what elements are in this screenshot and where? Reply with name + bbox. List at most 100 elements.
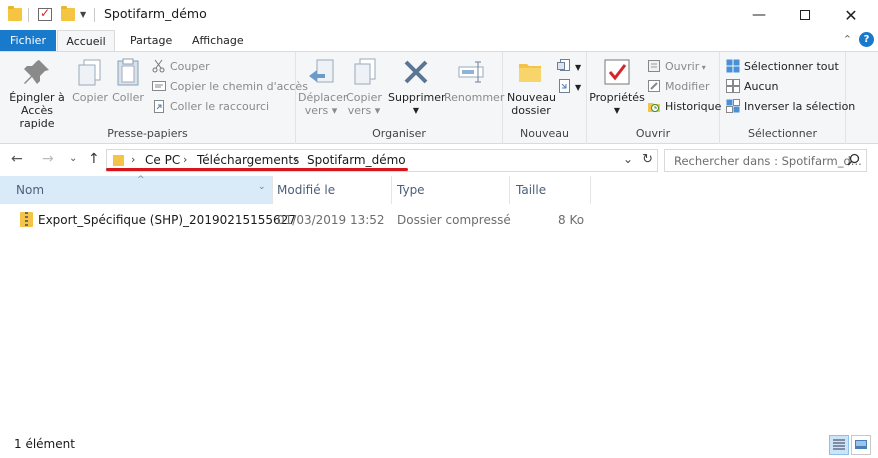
help-icon[interactable]: ? bbox=[859, 32, 874, 47]
column-modified-label[interactable]: Modifié le bbox=[277, 183, 335, 197]
easy-access-icon bbox=[557, 79, 571, 93]
qat-customize-icon[interactable]: ▼ bbox=[80, 10, 86, 19]
tab-view[interactable]: Affichage bbox=[180, 30, 256, 51]
ribbon-tabs: Fichier Accueil Partage Affichage ⌃ ? bbox=[0, 30, 878, 52]
item-count: 1 élément bbox=[14, 437, 75, 451]
back-button[interactable]: ← bbox=[11, 151, 23, 167]
properties-icon bbox=[601, 56, 633, 88]
column-divider[interactable] bbox=[590, 176, 591, 204]
open-button[interactable]: Ouvrir ▾ bbox=[647, 58, 706, 76]
close-button[interactable]: ✕ bbox=[828, 0, 874, 30]
new-folder-button[interactable]: Nouveau dossier bbox=[507, 56, 556, 117]
group-select: Sélectionner tout Aucun Inverser la séle… bbox=[720, 52, 855, 144]
column-headers: ^ Nom ⌄ Modifié le Type Taille bbox=[0, 175, 878, 204]
history-button[interactable]: Historique bbox=[647, 98, 721, 116]
column-size-label[interactable]: Taille bbox=[516, 183, 546, 197]
properties-button[interactable]: Propriétés ▼ bbox=[589, 56, 645, 117]
select-none-button[interactable]: Aucun bbox=[726, 78, 779, 96]
copy-button[interactable]: Copier bbox=[72, 56, 108, 104]
large-icons-view-button[interactable] bbox=[851, 435, 871, 455]
copy-path-button[interactable]: Copier le chemin d'accès bbox=[152, 78, 308, 96]
copy-to-button[interactable]: Copier vers ▾ bbox=[344, 56, 384, 117]
column-divider[interactable] bbox=[391, 176, 392, 204]
cut-button[interactable]: Couper bbox=[152, 58, 210, 76]
minimize-icon: — bbox=[752, 7, 766, 23]
column-type-label[interactable]: Type bbox=[397, 183, 425, 197]
breadcrumb-separator[interactable]: › bbox=[131, 153, 135, 166]
edit-label: Modifier bbox=[665, 80, 710, 93]
tab-share[interactable]: Partage bbox=[118, 30, 184, 51]
maximize-button[interactable] bbox=[782, 0, 828, 30]
tab-home[interactable]: Accueil bbox=[57, 30, 115, 52]
breadcrumb-separator[interactable]: › bbox=[183, 153, 187, 166]
refresh-icon[interactable]: ↻ bbox=[642, 152, 653, 167]
file-row[interactable]: Export_Spécifique (SHP)_20190215155627 0… bbox=[0, 209, 620, 231]
new-folder-label-2: dossier bbox=[511, 104, 551, 117]
group-organize-label: Organiser bbox=[372, 127, 426, 140]
close-icon: ✕ bbox=[844, 5, 858, 25]
column-filter-chevron-icon[interactable]: ⌄ bbox=[258, 182, 266, 192]
properties-dropdown-icon: ▼ bbox=[613, 106, 621, 115]
rename-label: Renommer bbox=[444, 91, 505, 104]
pin-quick-access-button[interactable]: Épingler à Accès rapide bbox=[4, 56, 70, 130]
tab-file[interactable]: Fichier bbox=[0, 30, 56, 51]
edit-button[interactable]: Modifier bbox=[647, 78, 709, 96]
zip-folder-icon bbox=[20, 212, 33, 227]
copy-path-label: Copier le chemin d'accès bbox=[170, 80, 308, 93]
pin-label-1: Épingler à bbox=[9, 91, 65, 104]
status-bar: 1 élément bbox=[0, 432, 878, 458]
select-all-button[interactable]: Sélectionner tout bbox=[726, 58, 839, 76]
copy-to-label-2: vers ▾ bbox=[347, 104, 381, 117]
recent-locations-button[interactable]: ⌄ bbox=[69, 153, 77, 164]
up-button[interactable]: ↑ bbox=[88, 151, 100, 167]
new-folder-quick-icon[interactable] bbox=[61, 6, 75, 21]
cut-label: Couper bbox=[170, 60, 210, 73]
delete-dropdown-icon: ▼ bbox=[412, 106, 420, 115]
rename-button[interactable]: Renommer bbox=[444, 56, 505, 104]
forward-button[interactable]: → bbox=[42, 151, 54, 167]
file-modified: 01/03/2019 13:52 bbox=[277, 213, 385, 227]
breadcrumb-annotation-underline bbox=[106, 168, 408, 171]
chevron-down-icon: ⌄ bbox=[69, 153, 78, 164]
collapse-ribbon-icon[interactable]: ⌃ bbox=[843, 33, 852, 46]
paste-shortcut-button[interactable]: Coller le raccourci bbox=[152, 98, 269, 116]
move-to-button[interactable]: Déplacer vers ▾ bbox=[298, 56, 348, 117]
delete-button[interactable]: Supprimer ▼ bbox=[388, 56, 446, 117]
column-divider[interactable] bbox=[509, 176, 510, 204]
title-bar: ▼ Spotifarm_démo — ✕ bbox=[0, 0, 878, 30]
file-type: Dossier compressé bbox=[397, 213, 511, 227]
paste-button[interactable]: Coller bbox=[110, 56, 146, 104]
group-organize: Déplacer vers ▾ Copier vers ▾ Supprimer … bbox=[296, 52, 505, 144]
invert-selection-button[interactable]: Inverser la sélection bbox=[726, 98, 855, 116]
new-folder-icon bbox=[515, 56, 547, 88]
group-select-label: Sélectionner bbox=[748, 127, 817, 140]
history-label: Historique bbox=[665, 100, 722, 113]
address-history-chevron-icon[interactable]: ⌄ bbox=[623, 152, 633, 166]
paste-shortcut-icon bbox=[152, 99, 166, 113]
new-item-button[interactable]: ▼ bbox=[557, 58, 581, 76]
qat-divider bbox=[94, 8, 95, 22]
breadcrumb-separator[interactable]: › bbox=[294, 153, 298, 166]
column-name-label[interactable]: Nom bbox=[16, 183, 44, 197]
paste-label: Coller bbox=[112, 91, 144, 104]
group-open: Propriétés ▼ Ouvrir ▾ Modifier Historiqu… bbox=[587, 52, 721, 144]
file-size: 8 Ko bbox=[558, 213, 585, 227]
breadcrumb-current-folder[interactable]: Spotifarm_démo bbox=[307, 153, 406, 167]
details-view-button[interactable] bbox=[829, 435, 849, 455]
search-box[interactable]: Rechercher dans : Spotifarm_d... bbox=[664, 149, 867, 172]
group-clipboard: Épingler à Accès rapide Copier Coller Co… bbox=[0, 52, 308, 144]
easy-access-button[interactable]: ▼ bbox=[557, 78, 581, 96]
move-to-label-1: Déplacer bbox=[298, 91, 348, 104]
paste-shortcut-label: Coller le raccourci bbox=[170, 100, 270, 113]
file-name[interactable]: Export_Spécifique (SHP)_20190215155627 bbox=[38, 213, 296, 227]
column-divider[interactable] bbox=[272, 176, 273, 204]
move-to-label-2: vers ▾ bbox=[304, 104, 338, 117]
minimize-button[interactable]: — bbox=[736, 0, 782, 30]
properties-quick-icon[interactable] bbox=[38, 6, 52, 21]
breadcrumb-downloads[interactable]: Téléchargements bbox=[197, 153, 299, 167]
invert-selection-icon bbox=[726, 99, 740, 113]
select-none-label: Aucun bbox=[744, 80, 779, 93]
window-title: Spotifarm_démo bbox=[104, 6, 207, 21]
breadcrumb-this-pc[interactable]: Ce PC bbox=[145, 153, 180, 167]
back-arrow-icon: ← bbox=[11, 151, 23, 167]
